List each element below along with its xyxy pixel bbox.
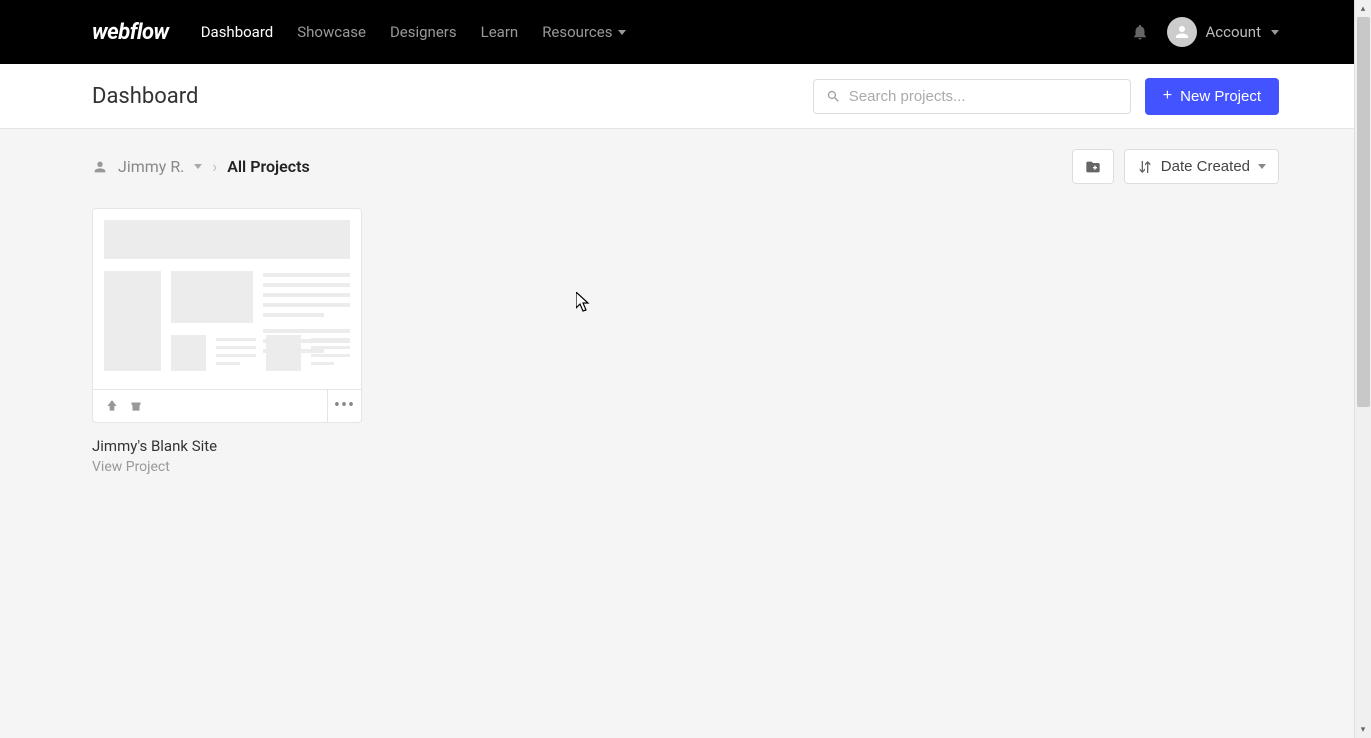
- logo[interactable]: webflow: [92, 20, 169, 45]
- search-input[interactable]: [849, 88, 1118, 105]
- person-icon: [1173, 23, 1191, 41]
- nav-designers[interactable]: Designers: [390, 23, 457, 41]
- project-card-badges: [93, 399, 155, 413]
- scroll-up-arrow[interactable]: ▴: [1355, 0, 1371, 17]
- breadcrumb-user[interactable]: Jimmy R.: [118, 157, 184, 176]
- caret-down-icon[interactable]: [194, 164, 202, 169]
- store-icon[interactable]: [129, 399, 143, 413]
- chevron-right-icon: ›: [212, 157, 217, 176]
- chevron-down-icon: [1271, 30, 1279, 35]
- bell-icon[interactable]: [1131, 23, 1149, 41]
- new-project-label: New Project: [1180, 88, 1261, 105]
- project-meta: Jimmy's Blank Site View Project: [92, 437, 1279, 475]
- topbar: webflow Dashboard Showcase Designers Lea…: [0, 0, 1371, 64]
- breadcrumb: Jimmy R. › All Projects: [92, 157, 310, 176]
- person-icon: [92, 159, 108, 175]
- content: Jimmy R. › All Projects Date Created: [0, 129, 1371, 495]
- scroll-down-arrow[interactable]: ▾: [1355, 721, 1371, 738]
- new-folder-button[interactable]: [1072, 149, 1114, 184]
- new-project-button[interactable]: + New Project: [1145, 78, 1279, 115]
- project-thumbnail: [93, 209, 361, 389]
- project-card-menu[interactable]: •••: [327, 390, 361, 422]
- sort-label: Date Created: [1161, 158, 1250, 175]
- plus-icon: +: [1163, 88, 1172, 104]
- breadcrumb-current: All Projects: [227, 157, 309, 176]
- nav-resources[interactable]: Resources: [542, 23, 626, 41]
- view-toolbar: Date Created: [1072, 149, 1279, 184]
- nav-showcase[interactable]: Showcase: [297, 23, 366, 41]
- account-label: Account: [1205, 23, 1261, 41]
- search-wrap[interactable]: [813, 79, 1131, 114]
- sort-icon: [1137, 159, 1153, 175]
- chevron-down-icon: [618, 30, 626, 35]
- caret-down-icon: [1258, 164, 1266, 169]
- project-card-footer: •••: [93, 389, 361, 422]
- nav-dashboard[interactable]: Dashboard: [201, 23, 274, 41]
- scroll-thumb[interactable]: [1357, 17, 1370, 407]
- avatar: [1167, 17, 1197, 47]
- folder-add-icon: [1085, 159, 1101, 175]
- project-card[interactable]: •••: [92, 208, 362, 423]
- view-project-link[interactable]: View Project: [92, 459, 1279, 475]
- publish-icon[interactable]: [105, 399, 119, 413]
- page-title: Dashboard: [92, 84, 198, 109]
- sort-button[interactable]: Date Created: [1124, 149, 1279, 184]
- account-menu[interactable]: Account: [1167, 17, 1279, 47]
- subheader: Dashboard + New Project: [0, 64, 1371, 129]
- topbar-left: webflow Dashboard Showcase Designers Lea…: [92, 20, 626, 45]
- nav-resources-label: Resources: [542, 23, 612, 41]
- breadcrumb-row: Jimmy R. › All Projects Date Created: [92, 149, 1279, 184]
- search-icon: [826, 89, 841, 104]
- nav-learn[interactable]: Learn: [481, 23, 519, 41]
- project-title: Jimmy's Blank Site: [92, 437, 1279, 455]
- topbar-right: Account: [1131, 17, 1279, 47]
- subheader-actions: + New Project: [813, 78, 1279, 115]
- vertical-scrollbar[interactable]: ▴ ▾: [1354, 0, 1371, 738]
- project-card-wrap: ••• Jimmy's Blank Site View Project: [92, 208, 1279, 475]
